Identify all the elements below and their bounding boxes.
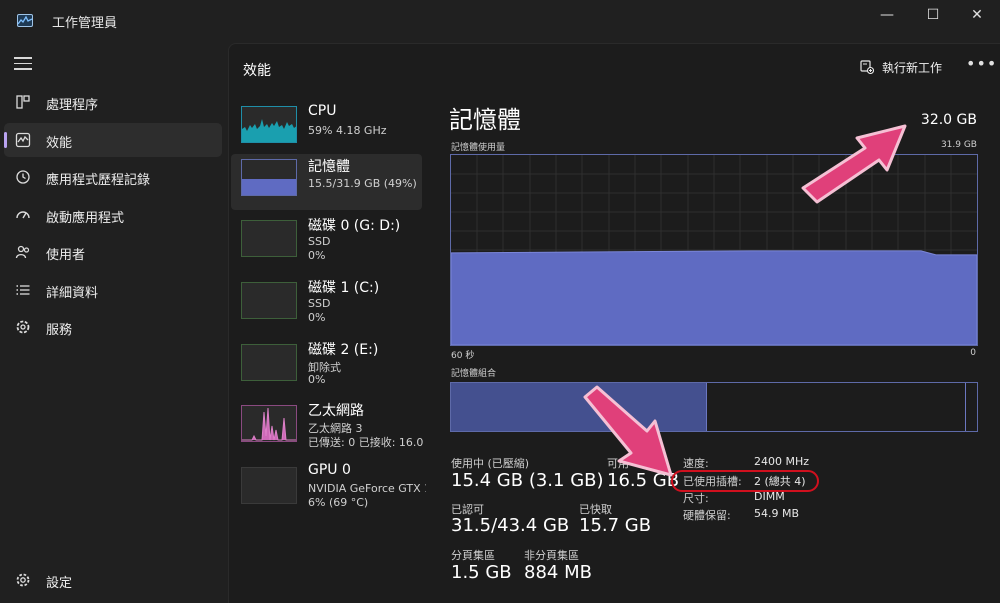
device-name: GPU 0 <box>308 462 351 478</box>
cached-value: 15.7 GB <box>579 515 652 536</box>
device-detail: 59% 4.18 GHz <box>308 124 387 137</box>
disk-2-thumbnail <box>241 344 297 381</box>
speed-label: 速度: <box>683 457 709 470</box>
composition-standby-divider <box>965 383 966 431</box>
sidebar-item-users[interactable]: 使用者 <box>4 235 222 269</box>
device-disk-2[interactable]: 磁碟 2 (E:) 卸除式 0% <box>231 337 422 393</box>
memory-usage-area <box>451 250 977 345</box>
sidebar-item-startup[interactable]: 啟動應用程式 <box>4 198 222 232</box>
title-bar: 工作管理員 — ☐ ✕ <box>0 0 1000 43</box>
available-label: 可用 <box>607 457 629 470</box>
device-usage: 0% <box>308 373 326 386</box>
sidebar-item-label: 詳細資料 <box>46 286 99 301</box>
device-name: 磁碟 1 (C:) <box>308 280 380 296</box>
device-ethernet[interactable]: 乙太網路 乙太網路 3 已傳送: 0 已接收: 16.0 K <box>231 398 426 454</box>
device-name: 磁碟 2 (E:) <box>308 342 379 358</box>
gpu-thumbnail <box>241 467 297 504</box>
device-disk-0[interactable]: 磁碟 0 (G: D:) SSD 0% <box>231 213 422 269</box>
memory-graph-max: 31.9 GB <box>940 140 977 150</box>
device-name: CPU <box>308 103 337 119</box>
run-new-task-label: 執行新工作 <box>882 60 943 75</box>
disk-0-thumbnail <box>241 220 297 257</box>
device-name: 磁碟 0 (G: D:) <box>308 218 401 234</box>
page-title: 效能 <box>243 63 271 79</box>
in-use-label: 使用中 (已壓縮) <box>451 457 530 470</box>
minimize-button[interactable]: — <box>864 0 910 30</box>
memory-total: 32.0 GB <box>920 112 977 128</box>
sidebar-item-label: 效能 <box>46 136 73 151</box>
hardware-reserved-label: 硬體保留: <box>683 509 731 522</box>
form-factor-label: 尺寸: <box>683 492 709 505</box>
sidebar-item-settings[interactable]: 設定 <box>4 563 222 597</box>
gear-icon <box>16 573 30 587</box>
cpu-thumbnail <box>241 106 297 143</box>
available-value: 16.5 GB <box>607 470 680 491</box>
run-new-task-button[interactable]: 執行新工作 <box>860 57 942 77</box>
sidebar-item-services[interactable]: 服務 <box>4 310 222 344</box>
users-icon <box>15 245 30 259</box>
device-memory[interactable]: 記憶體 15.5/31.9 GB (49%) <box>231 154 422 210</box>
device-usage: 0% <box>308 249 326 262</box>
device-cpu[interactable]: CPU 59% 4.18 GHz <box>231 101 422 157</box>
device-throughput: 已傳送: 0 已接收: 16.0 K <box>308 436 426 449</box>
paged-pool-value: 1.5 GB <box>451 562 512 583</box>
slots-highlight-ring <box>671 470 819 492</box>
sidebar-item-details[interactable]: 詳細資料 <box>4 273 222 307</box>
memory-composition-bar <box>450 382 978 432</box>
memory-thumbnail <box>241 159 297 196</box>
graph-axis-right: 0 <box>970 348 976 358</box>
speed-value: 2400 MHz <box>754 455 810 468</box>
more-options-button[interactable]: ••• <box>966 54 997 73</box>
task-manager-icon <box>17 14 33 27</box>
device-name: 乙太網路 <box>308 403 364 419</box>
composition-in-use <box>451 383 707 431</box>
sidebar-item-label: 處理程序 <box>46 98 99 113</box>
in-use-value: 15.4 GB (3.1 GB) <box>451 470 604 491</box>
sidebar-item-app-history[interactable]: 應用程式歷程記錄 <box>4 160 222 194</box>
device-detail: 15.5/31.9 GB (49%) <box>308 177 417 190</box>
device-model: NVIDIA GeForce GTX 1060 <box>308 482 426 495</box>
sidebar-item-label: 啟動應用程式 <box>46 211 125 226</box>
paged-pool-label: 分頁集區 <box>451 549 495 562</box>
sidebar: 處理程序 效能 應用程式歷程記錄 啟動應用程式 使用者 詳細資料 服務 設定 <box>0 43 228 603</box>
disk-1-thumbnail <box>241 282 297 319</box>
graph-axis-left: 60 秒 <box>451 351 475 361</box>
ethernet-thumbnail <box>241 405 297 442</box>
device-gpu[interactable]: GPU 0 NVIDIA GeForce GTX 1060 6% (69 °C) <box>231 460 426 516</box>
memory-composition-label: 記憶體組合 <box>451 369 497 379</box>
hamburger-menu-icon[interactable] <box>14 57 32 71</box>
history-icon <box>16 170 30 184</box>
device-type: SSD <box>308 235 331 248</box>
performance-icon <box>15 132 31 148</box>
startup-icon <box>16 211 30 219</box>
close-button[interactable]: ✕ <box>954 0 1000 30</box>
maximize-button[interactable]: ☐ <box>910 0 956 30</box>
details-icon <box>16 285 30 295</box>
sidebar-item-performance[interactable]: 效能 <box>4 123 222 157</box>
device-disk-1[interactable]: 磁碟 1 (C:) SSD 0% <box>231 275 422 331</box>
device-usage: 0% <box>308 311 326 324</box>
device-usage: 6% (69 °C) <box>308 496 369 509</box>
memory-usage-label: 記憶體使用量 <box>451 143 506 153</box>
sidebar-item-label: 服務 <box>46 323 73 338</box>
sidebar-item-label: 設定 <box>46 576 73 591</box>
run-task-icon <box>860 60 874 74</box>
sidebar-item-label: 使用者 <box>46 248 86 263</box>
sidebar-item-label: 應用程式歷程記錄 <box>46 173 151 188</box>
sidebar-item-processes[interactable]: 處理程序 <box>4 85 222 119</box>
memory-usage-graph <box>450 154 978 346</box>
nonpaged-pool-value: 884 MB <box>524 562 592 583</box>
device-name: 記憶體 <box>308 159 350 175</box>
main-panel: 效能 執行新工作 ••• CPU 59% 4.18 GHz 記憶體 15.5/3… <box>228 43 1000 603</box>
nonpaged-pool-label: 非分頁集區 <box>524 549 579 562</box>
services-icon <box>16 320 30 334</box>
device-type: SSD <box>308 297 331 310</box>
memory-title: 記憶體 <box>449 106 521 134</box>
committed-value: 31.5/43.4 GB <box>451 515 570 536</box>
window-title: 工作管理員 <box>52 16 118 31</box>
hardware-reserved-value: 54.9 MB <box>754 507 800 520</box>
processes-icon <box>16 95 30 109</box>
